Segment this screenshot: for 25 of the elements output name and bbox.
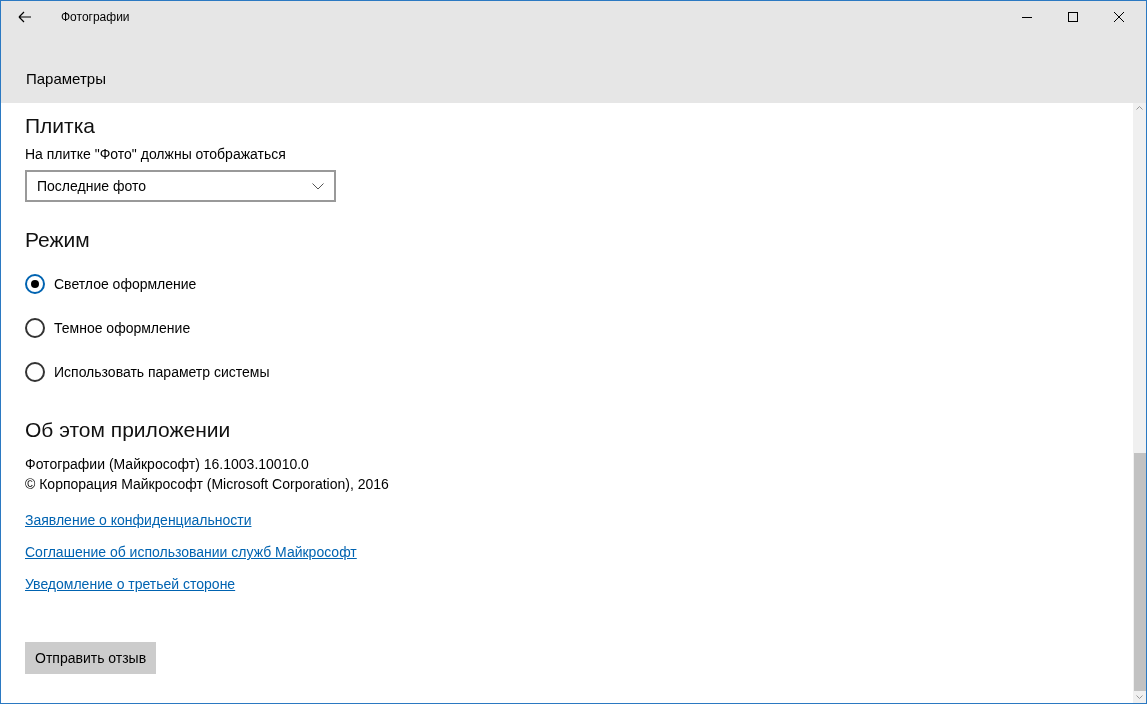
- radio-button[interactable]: [25, 318, 45, 338]
- window-title: Фотографии: [61, 9, 130, 24]
- radio-label[interactable]: Использовать параметр системы: [54, 364, 270, 380]
- back-arrow-icon[interactable]: [18, 10, 32, 23]
- chevron-down-icon[interactable]: [312, 182, 324, 190]
- field-label: На плитке "Фото" должны отображаться: [25, 146, 286, 162]
- radio-label[interactable]: Светлое оформление: [54, 276, 197, 292]
- scrollbar-thumb[interactable]: [1133, 453, 1146, 691]
- page-title: Параметры: [26, 70, 106, 87]
- section-heading: Об этом приложении: [25, 418, 231, 442]
- section-heading: Плитка: [25, 114, 96, 138]
- section-heading: Режим: [25, 228, 90, 252]
- maximize-icon[interactable]: [1068, 11, 1078, 22]
- info-text: © Корпорация Майкрософт (Microsoft Corporation), 2016: [25, 475, 389, 494]
- info-text: Фотографии (Майкрософт) 16.1003.10010.0: [25, 455, 310, 474]
- link[interactable]: Заявление о конфиденциальности: [25, 512, 252, 528]
- link[interactable]: Соглашение об использовании служб Майкрософт: [25, 544, 357, 560]
- radio-label[interactable]: Темное оформление: [54, 320, 191, 336]
- link[interactable]: Уведомление о третьей стороне: [25, 576, 236, 592]
- scrollbar[interactable]: [1133, 103, 1146, 703]
- close-icon[interactable]: [1114, 11, 1124, 22]
- feedback-button[interactable]: Отправить отзыв: [25, 642, 157, 674]
- radio-button[interactable]: [25, 274, 45, 294]
- radio-button[interactable]: [25, 362, 45, 382]
- dropdown[interactable]: Последние фото: [25, 170, 336, 202]
